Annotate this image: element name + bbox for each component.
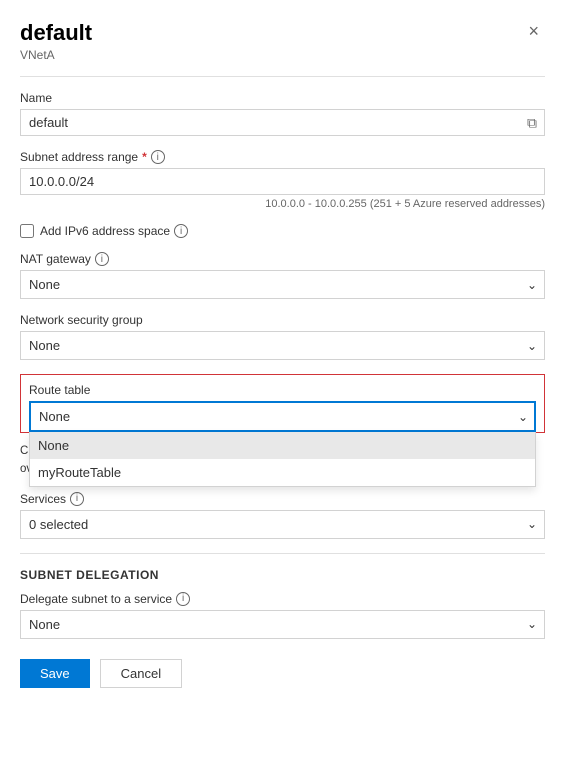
subnet-address-range-input[interactable] xyxy=(20,168,545,195)
name-label: Name xyxy=(20,91,545,105)
close-button[interactable]: × xyxy=(522,20,545,42)
route-table-dropdown[interactable]: None xyxy=(29,401,536,432)
nat-gateway-dropdown[interactable]: None xyxy=(20,270,545,299)
delegate-dropdown[interactable]: None xyxy=(20,610,545,639)
route-table-section: Route table None ⌄ None myRouteTable xyxy=(20,374,545,433)
services-label: Services i xyxy=(20,492,545,506)
header-divider xyxy=(20,76,545,77)
ipv6-info-icon[interactable]: i xyxy=(174,224,188,238)
panel-title: default xyxy=(20,20,92,46)
name-input[interactable] xyxy=(20,109,545,136)
route-table-dropdown-list: None myRouteTable xyxy=(29,432,536,487)
ipv6-checkbox-row: Add IPv6 address space i xyxy=(20,224,545,238)
nsg-dropdown[interactable]: None xyxy=(20,331,545,360)
subnet-address-range-field-group: Subnet address range * i 10.0.0.0 - 10.0… xyxy=(20,150,545,210)
panel: default VNetA × Name ⧉ Subnet address ra… xyxy=(0,0,565,781)
route-table-dropdown-wrapper: None ⌄ xyxy=(29,401,536,432)
copy-icon[interactable]: ⧉ xyxy=(527,114,537,131)
route-table-option-myroutetable[interactable]: myRouteTable xyxy=(30,459,535,486)
nsg-field-group: Network security group None ⌄ xyxy=(20,313,545,360)
panel-header: default VNetA × xyxy=(20,20,545,62)
subnet-address-range-label: Subnet address range * i xyxy=(20,150,545,164)
delegate-dropdown-wrapper: None ⌄ xyxy=(20,610,545,639)
address-hint: 10.0.0.0 - 10.0.0.255 (251 + 5 Azure res… xyxy=(20,198,545,210)
nat-info-icon[interactable]: i xyxy=(95,252,109,266)
services-dropdown[interactable]: 0 selected xyxy=(20,510,545,539)
services-field-group: Services i 0 selected ⌄ xyxy=(20,492,545,539)
save-button[interactable]: Save xyxy=(20,659,90,688)
delegate-field-group: Delegate subnet to a service i None ⌄ xyxy=(20,592,545,639)
services-dropdown-wrapper: 0 selected ⌄ xyxy=(20,510,545,539)
route-table-option-none[interactable]: None xyxy=(30,432,535,459)
ipv6-checkbox-label[interactable]: Add IPv6 address space i xyxy=(40,224,188,238)
section-divider xyxy=(20,553,545,554)
nat-gateway-label: NAT gateway i xyxy=(20,252,545,266)
cancel-button[interactable]: Cancel xyxy=(100,659,182,688)
name-field-group: Name ⧉ xyxy=(20,91,545,136)
panel-title-section: default VNetA xyxy=(20,20,92,62)
subnet-info-icon[interactable]: i xyxy=(151,150,165,164)
delegate-label: Delegate subnet to a service i xyxy=(20,592,545,606)
services-info-icon[interactable]: i xyxy=(70,492,84,506)
route-table-label: Route table xyxy=(29,383,536,397)
required-indicator: * xyxy=(142,150,147,164)
nsg-dropdown-wrapper: None ⌄ xyxy=(20,331,545,360)
subnet-delegation-heading: SUBNET DELEGATION xyxy=(20,568,545,582)
nsg-label: Network security group xyxy=(20,313,545,327)
subnet-delegation-section: SUBNET DELEGATION Delegate subnet to a s… xyxy=(20,568,545,639)
panel-subtitle: VNetA xyxy=(20,48,92,62)
delegate-info-icon[interactable]: i xyxy=(176,592,190,606)
name-input-wrapper: ⧉ xyxy=(20,109,545,136)
nat-gateway-field-group: NAT gateway i None ⌄ xyxy=(20,252,545,299)
ipv6-checkbox[interactable] xyxy=(20,224,34,238)
route-table-dropdown-container: None ⌄ None myRouteTable xyxy=(29,401,536,432)
nat-gateway-dropdown-wrapper: None ⌄ xyxy=(20,270,545,299)
footer-buttons: Save Cancel xyxy=(20,659,545,688)
